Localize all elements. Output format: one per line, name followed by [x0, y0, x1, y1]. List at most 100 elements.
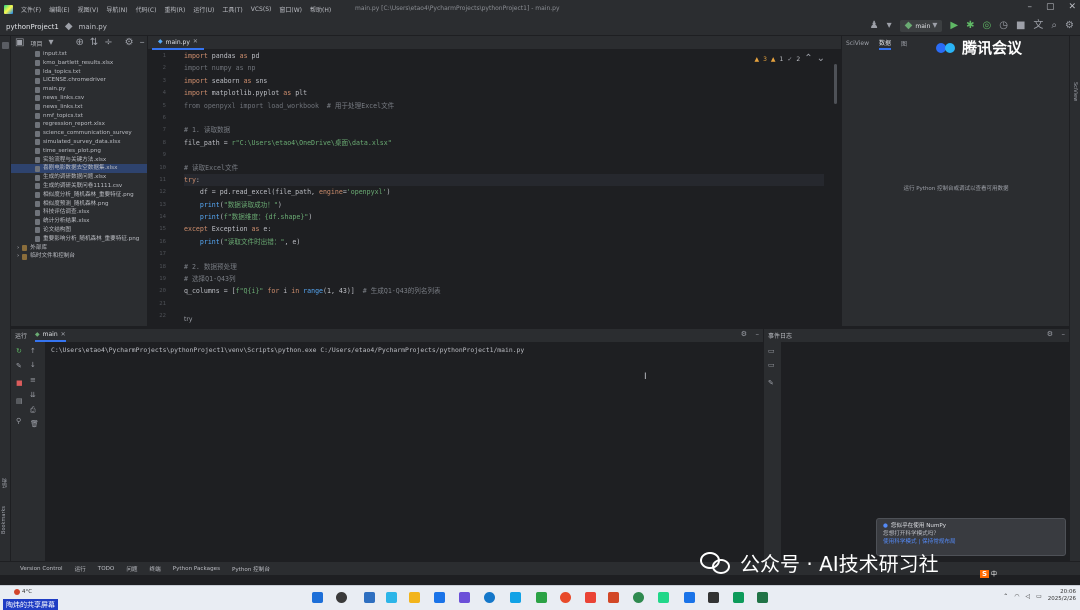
chrome-icon[interactable] — [560, 592, 571, 603]
line-number[interactable]: 2 — [148, 62, 176, 74]
line-number[interactable]: 20 — [148, 285, 176, 297]
line-number[interactable]: 18 — [148, 261, 176, 273]
line-number[interactable]: 5 — [148, 100, 176, 112]
code-line[interactable]: ​ — [184, 112, 824, 124]
expand-icon[interactable]: ÷ — [104, 38, 112, 48]
hide-icon[interactable]: – — [140, 38, 145, 48]
spreadsheet-icon[interactable] — [757, 592, 768, 603]
code-line[interactable]: # 2. 数据预处理 — [184, 261, 824, 273]
tab-plots[interactable]: 图 — [901, 39, 907, 48]
coverage-icon[interactable]: ◎ — [983, 21, 992, 31]
wrench-icon[interactable]: ✎ — [16, 362, 22, 370]
project-file-item[interactable]: 相似度预测_随机森林.png — [11, 200, 147, 209]
store-icon[interactable] — [459, 592, 470, 603]
app-red-icon[interactable] — [585, 592, 596, 603]
line-number[interactable]: 19 — [148, 273, 176, 285]
line-number[interactable]: 6 — [148, 112, 176, 124]
clock[interactable]: 20:06 2025/2/26 — [1048, 589, 1076, 603]
code-line[interactable]: ​ — [184, 310, 824, 322]
run-icon[interactable]: ▶ — [950, 21, 958, 31]
project-file-item[interactable]: LICENSE.chromedriver — [11, 76, 147, 85]
start-icon[interactable] — [312, 592, 323, 603]
code-breadcrumb[interactable]: try — [184, 314, 192, 326]
scroll-to-end-icon[interactable]: ⇊ — [30, 391, 36, 399]
project-group-item[interactable]: › 临时文件和控制台 — [11, 252, 147, 261]
project-file-item[interactable]: 生成的调研数据问题.xlsx — [11, 173, 147, 182]
layout-icon[interactable]: ▤ — [16, 397, 23, 405]
chevron-right-icon[interactable]: › — [17, 244, 19, 253]
project-file-item[interactable]: 科技评估调查.xlsx — [11, 208, 147, 217]
menu-tools[interactable]: 工具(T) — [222, 5, 242, 14]
pin-icon[interactable]: ⚲ — [16, 417, 21, 425]
project-file-item[interactable]: 重要影响分析_随机森林_重要特征.png — [11, 235, 147, 244]
collapse-all-icon[interactable]: ⇅ — [90, 38, 98, 48]
mail-icon[interactable] — [510, 592, 521, 603]
chevron-down-icon[interactable]: ⌄ — [817, 54, 825, 64]
menu-window[interactable]: 窗口(W) — [279, 5, 302, 14]
trash-icon[interactable]: 🗑 — [30, 420, 39, 428]
soft-wrap-icon[interactable]: ≡ — [30, 376, 36, 384]
gear-icon[interactable]: ⚙ — [741, 331, 747, 338]
run-console[interactable]: C:\Users\etao4\PycharmProjects\pythonPro… — [45, 342, 763, 561]
meeting-icon[interactable] — [684, 592, 695, 603]
hide-icon[interactable]: – — [1062, 331, 1066, 338]
maximize-icon[interactable]: ▢ — [1046, 2, 1055, 12]
battery-icon[interactable]: ▭ — [1036, 593, 1042, 600]
line-number[interactable]: 4 — [148, 87, 176, 99]
line-number[interactable]: 15 — [148, 223, 176, 235]
gear-icon[interactable]: ⚙ — [1047, 331, 1053, 338]
line-number[interactable]: 21 — [148, 298, 176, 310]
app-dark-icon[interactable] — [708, 592, 719, 603]
status-todo[interactable]: TODO — [98, 566, 115, 572]
status-version-control[interactable]: Version Control — [20, 566, 63, 572]
project-file-item[interactable]: 生成的调研关联问卷11111.csv — [11, 182, 147, 191]
project-file-item[interactable]: time_series_plot.png — [11, 147, 147, 156]
code-line[interactable]: print("数据读取成功！") — [184, 199, 824, 211]
menu-edit[interactable]: 编辑(E) — [49, 5, 69, 14]
weather-widget[interactable]: 4°C — [14, 589, 32, 595]
edge-icon[interactable] — [434, 592, 445, 603]
project-file-item[interactable]: 统计分析结果.xlsx — [11, 217, 147, 226]
translate-icon[interactable]: 文 — [1033, 21, 1043, 31]
code-line[interactable]: file_path = r"C:\Users\etao4\OneDrive\桌面… — [184, 137, 824, 149]
menu-refactor[interactable]: 重构(R) — [164, 5, 185, 14]
line-number[interactable]: 9 — [148, 149, 176, 161]
status-python-packages[interactable]: Python Packages — [173, 566, 220, 572]
code-line[interactable]: # 读取Excel文件 — [184, 162, 824, 174]
project-tool-icon[interactable] — [1, 42, 9, 49]
menu-view[interactable]: 视图(V) — [78, 5, 99, 14]
code-line[interactable]: ​ — [184, 298, 824, 310]
project-file-item[interactable]: 相似度分析_随机森林_重要特征.png — [11, 191, 147, 200]
task-view-icon[interactable] — [364, 592, 375, 603]
chevron-down-icon[interactable]: ▾ — [48, 38, 53, 48]
line-number[interactable]: 22 — [148, 310, 176, 322]
line-number[interactable]: 8 — [148, 137, 176, 149]
file-explorer-icon[interactable] — [409, 592, 420, 603]
project-file-item[interactable]: 喜剧电影数据去空数据集.xlsx — [11, 164, 147, 174]
code-line[interactable]: df = pd.read_excel(file_path, engine='op… — [184, 186, 824, 198]
code-line[interactable]: print(f"数据维度：{df.shape}") — [184, 211, 824, 223]
code-line[interactable]: import seaborn as sns — [184, 75, 824, 87]
code-line[interactable]: try: — [184, 173, 824, 187]
browser-icon[interactable] — [484, 592, 495, 603]
line-number[interactable]: 11 — [148, 174, 176, 186]
line-number[interactable]: 17 — [148, 248, 176, 260]
hide-icon[interactable]: – — [756, 331, 760, 338]
status-run[interactable]: 运行 — [75, 565, 86, 573]
code-line[interactable]: except Exception as e: — [184, 223, 824, 235]
close-icon[interactable]: ✕ — [1068, 2, 1076, 12]
project-file-item[interactable]: kmo_bartlett_results.xlsx — [11, 59, 147, 68]
project-file-item[interactable]: news_links.csv — [11, 94, 147, 103]
menu-run[interactable]: 运行(U) — [193, 5, 214, 14]
status-terminal[interactable]: 终端 — [150, 565, 161, 573]
line-number[interactable]: 7 — [148, 124, 176, 136]
clear-icon[interactable]: ▭ — [768, 348, 775, 355]
line-number[interactable]: 10 — [148, 162, 176, 174]
project-file-item[interactable]: lda_topics.txt — [11, 68, 147, 77]
breadcrumb-project[interactable]: pythonProject1 — [6, 23, 59, 31]
tab-data[interactable]: 数据 — [879, 36, 892, 50]
back-icon[interactable]: ▾ — [887, 21, 892, 31]
line-number[interactable]: 14 — [148, 211, 176, 223]
stop-icon[interactable]: ■ — [16, 379, 23, 387]
inspection-widget[interactable]: ▲ 3 ▲ 1 ✓ 2 ⌃ ⌄ — [754, 54, 825, 64]
